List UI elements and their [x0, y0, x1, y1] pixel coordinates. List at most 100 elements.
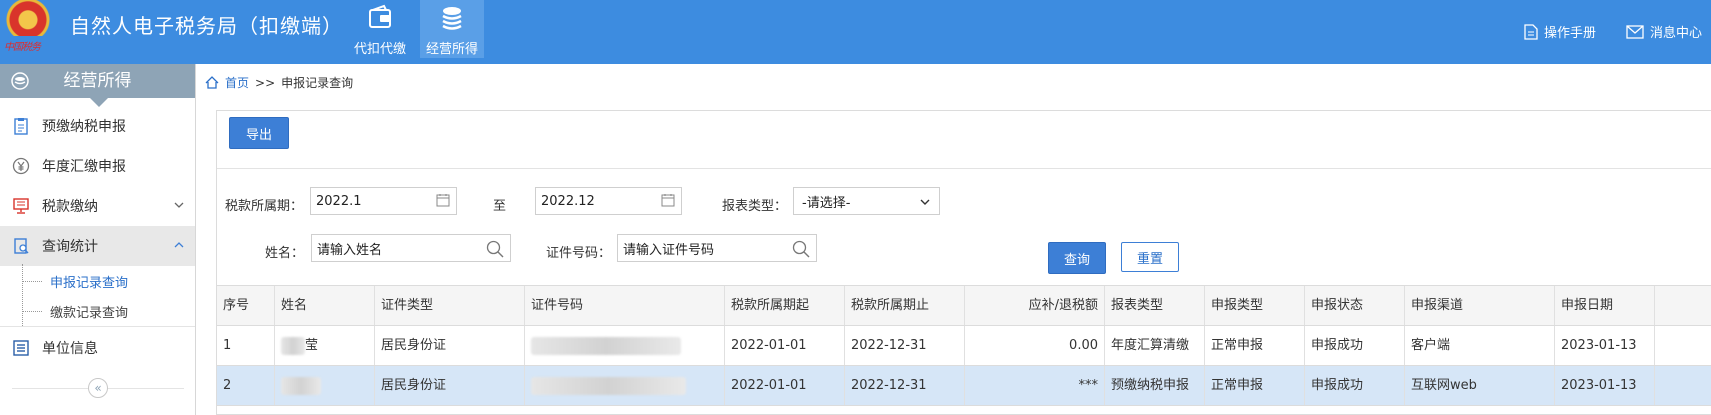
- sidebar-item-prepay-declaration[interactable]: 预缴纳税申报: [0, 106, 195, 146]
- search-icon[interactable]: [486, 240, 504, 258]
- period-to-separator: 至: [493, 199, 507, 214]
- topnav-business-income[interactable]: 经营所得: [420, 0, 484, 58]
- cell-id-number: [525, 366, 725, 406]
- cell-name: [275, 366, 375, 406]
- cell-channel: 客户端: [1405, 326, 1555, 366]
- tax-emblem-logo: 中国税务: [4, 0, 52, 53]
- reset-button[interactable]: 重置: [1121, 242, 1179, 272]
- name-placeholder: 请输入姓名: [317, 242, 383, 258]
- redacted-blur: [281, 336, 305, 355]
- col-header-amount: 应补/退税额: [965, 286, 1105, 326]
- sidebar-item-query-stats[interactable]: 查询统计: [0, 226, 195, 266]
- sidebar-subitem-declaration-records[interactable]: 申报记录查询: [0, 266, 195, 296]
- cell-declaration-type: 正常申报: [1205, 366, 1305, 406]
- yen-icon: [12, 157, 30, 175]
- main-panel: 导出 税款所属期： 2022.1 至 2022.12 报表类型： -请选择- 姓…: [216, 110, 1711, 415]
- report-type-select[interactable]: -请选择-: [793, 187, 940, 215]
- chevron-up-icon: [174, 242, 184, 248]
- query-button[interactable]: 查询: [1048, 242, 1106, 274]
- home-icon: [205, 76, 219, 89]
- search-doc-icon: [12, 237, 30, 255]
- id-number-input[interactable]: 请输入证件号码: [617, 234, 817, 262]
- cell-period-start: 2022-01-01: [725, 326, 845, 366]
- col-header-report-type: 报表类型: [1105, 286, 1205, 326]
- search-icon[interactable]: [792, 240, 810, 258]
- export-button[interactable]: 导出: [229, 117, 289, 149]
- col-header-declaration-type: 申报类型: [1205, 286, 1305, 326]
- app-title: 自然人电子税务局（扣缴端）: [70, 14, 343, 38]
- breadcrumb: 首页 >> 申报记录查询: [205, 74, 353, 91]
- redacted-blur: [531, 336, 681, 355]
- records-table: 序号 姓名 证件类型 证件号码 税款所属期起 税款所属期止 应补/退税额 报表类…: [217, 285, 1711, 407]
- col-header-date: 申报日期: [1555, 286, 1655, 326]
- name-input[interactable]: 请输入姓名: [311, 234, 511, 262]
- sidebar-header: 经营所得: [0, 64, 195, 107]
- manual-link[interactable]: 操作手册: [1524, 22, 1596, 41]
- cell-id-type: 居民身份证: [375, 366, 525, 406]
- cell-id-type: 居民身份证: [375, 326, 525, 366]
- sidebar-item-label: 年度汇缴申报: [42, 159, 126, 175]
- monitor-icon: [12, 197, 30, 215]
- emblem-text: 中国税务: [4, 42, 41, 53]
- sidebar-divider: [0, 326, 195, 327]
- sidebar-item-tax-payment[interactable]: 税款缴纳: [0, 186, 195, 226]
- sidebar-item-label: 查询统计: [42, 239, 98, 255]
- table-row-partial: [217, 405, 1711, 407]
- cell-date: 2023-01-13: [1555, 366, 1655, 406]
- message-label: 消息中心: [1650, 26, 1703, 41]
- col-header-period-start: 税款所属期起: [725, 286, 845, 326]
- cell-declaration-type: 正常申报: [1205, 326, 1305, 366]
- calendar-icon: [436, 194, 450, 207]
- redacted-blur: [281, 376, 321, 395]
- breadcrumb-current: 申报记录查询: [281, 76, 354, 90]
- table-row[interactable]: 1 莹 居民身份证 2022-01-01 2022-12-31 0.00 年度汇…: [217, 325, 1711, 366]
- topnav-withholding[interactable]: 代扣代缴: [348, 0, 412, 58]
- cell-period-end: 2022-12-31: [845, 366, 965, 406]
- col-header-channel: 申报渠道: [1405, 286, 1555, 326]
- id-number-placeholder: 请输入证件号码: [623, 242, 715, 258]
- message-center-link[interactable]: 消息中心: [1626, 22, 1702, 41]
- col-header-index: 序号: [217, 286, 275, 326]
- cell-status: 申报成功: [1305, 326, 1405, 366]
- toolbar: 导出: [217, 111, 1711, 169]
- report-type-value: -请选择-: [802, 195, 851, 211]
- redacted-blur: [531, 376, 686, 395]
- mail-icon: [1626, 24, 1644, 39]
- list-icon: [12, 339, 30, 357]
- emblem-seal-icon: [6, 0, 50, 36]
- clipboard-icon: [12, 117, 30, 135]
- report-type-label: 报表类型：: [722, 199, 788, 214]
- cell-date: 2023-01-13: [1555, 326, 1655, 366]
- breadcrumb-separator: >>: [255, 75, 276, 90]
- period-to-input[interactable]: 2022.12: [535, 187, 682, 215]
- cell-period-start: 2022-01-01: [725, 366, 845, 406]
- cell-index: 1: [217, 326, 275, 366]
- breadcrumb-home-link[interactable]: 首页: [225, 74, 249, 91]
- cell-name-text: 莹: [305, 338, 319, 353]
- col-header-id-type: 证件类型: [375, 286, 525, 326]
- coins-icon: [442, 7, 462, 30]
- cell-channel: 互联网web: [1405, 366, 1555, 406]
- cell-report-type: 预缴纳税申报: [1105, 366, 1205, 406]
- sidebar-item-annual-settlement[interactable]: 年度汇缴申报: [0, 146, 195, 186]
- sidebar-subitem-payment-records[interactable]: 缴款记录查询: [0, 296, 195, 326]
- col-header-name: 姓名: [275, 286, 375, 326]
- col-header-status: 申报状态: [1305, 286, 1405, 326]
- chevron-down-icon: [920, 199, 930, 205]
- calendar-icon: [661, 194, 675, 207]
- manual-label: 操作手册: [1544, 26, 1597, 41]
- sidebar-item-unit-info[interactable]: 单位信息: [0, 328, 195, 368]
- sidebar-title: 经营所得: [63, 71, 132, 91]
- chevron-down-icon: [174, 202, 184, 208]
- sidebar-item-label: 单位信息: [42, 341, 98, 357]
- cell-report-type: 年度汇算清缴: [1105, 326, 1205, 366]
- period-from-input[interactable]: 2022.1: [310, 187, 457, 215]
- sidebar-item-label: 税款缴纳: [42, 199, 98, 215]
- sidebar-item-label: 预缴纳税申报: [42, 119, 126, 135]
- sidebar-collapse-button[interactable]: «: [88, 378, 108, 398]
- cell-id-number: [525, 326, 725, 366]
- table-row-selected[interactable]: 2 居民身份证 2022-01-01 2022-12-31 *** 预缴纳税申报…: [217, 365, 1711, 406]
- cell-index: 2: [217, 366, 275, 406]
- table-header-row: 序号 姓名 证件类型 证件号码 税款所属期起 税款所属期止 应补/退税额 报表类…: [217, 285, 1711, 326]
- top-bar: 中国税务 自然人电子税务局（扣缴端） 代扣代缴 经营所得 操作手册 消息中心: [0, 0, 1711, 64]
